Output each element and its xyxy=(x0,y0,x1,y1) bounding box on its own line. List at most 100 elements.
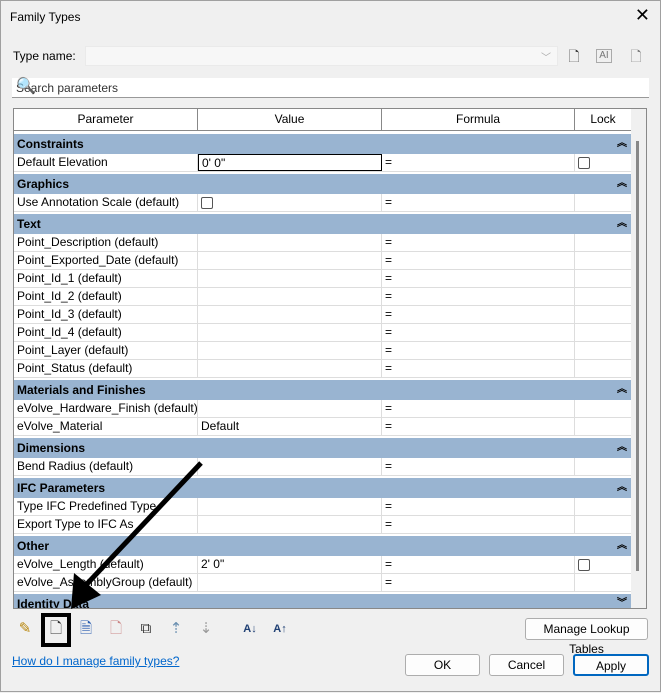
value-cell[interactable] xyxy=(198,516,382,533)
cancel-button[interactable]: Cancel xyxy=(489,654,564,676)
apply-button[interactable]: Apply xyxy=(573,654,649,676)
parameter-row[interactable]: Point_Id_3 (default) = xyxy=(14,306,632,324)
parameter-row[interactable]: Point_Status (default) = xyxy=(14,360,632,378)
formula-cell[interactable]: = xyxy=(382,194,575,211)
group-header[interactable]: Materials and Finishes ︽ xyxy=(14,380,632,400)
parameter-name: eVolve_Material xyxy=(14,418,198,435)
parameter-name: Point_Id_3 (default) xyxy=(14,306,198,323)
delete-parameter-icon[interactable]: 🗋 xyxy=(105,618,127,640)
close-icon[interactable]: ✕ xyxy=(635,5,650,26)
formula-cell[interactable]: = xyxy=(382,574,575,591)
value-cell[interactable] xyxy=(198,306,382,323)
parameter-row[interactable]: Point_Exported_Date (default) = xyxy=(14,252,632,270)
parameter-row[interactable]: Point_Id_1 (default) = xyxy=(14,270,632,288)
search-icon[interactable]: 🔍 xyxy=(16,76,649,96)
value-cell[interactable] xyxy=(198,288,382,305)
parameter-row[interactable]: eVolve_AssemblyGroup (default) = xyxy=(14,574,632,592)
parameter-row[interactable]: eVolve_Length (default) 2' 0" = xyxy=(14,556,632,574)
parameter-name: Bend Radius (default) xyxy=(14,458,198,475)
collapse-icon[interactable]: ︽ xyxy=(617,438,627,458)
formula-cell[interactable]: = xyxy=(382,418,575,435)
value-cell[interactable]: 0' 0" xyxy=(198,154,382,171)
value-cell[interactable] xyxy=(198,234,382,251)
collapse-icon[interactable]: ︽ xyxy=(617,134,627,154)
edit-pencil-icon[interactable]: ✎ xyxy=(14,618,36,640)
parameter-row[interactable]: Point_Id_4 (default) = xyxy=(14,324,632,342)
column-header-value[interactable]: Value xyxy=(198,109,382,130)
collapse-icon[interactable]: ︽ xyxy=(617,380,627,400)
manage-lookup-tables-button[interactable]: Manage Lookup Tables xyxy=(525,618,648,656)
value-cell[interactable] xyxy=(198,270,382,287)
value-cell[interactable] xyxy=(198,400,382,417)
formula-cell[interactable]: = xyxy=(382,342,575,359)
group-header[interactable]: Constraints ︽ xyxy=(14,134,632,154)
formula-cell[interactable]: = xyxy=(382,306,575,323)
vertical-scrollbar[interactable] xyxy=(631,109,646,608)
collapse-icon[interactable]: ︽ xyxy=(617,536,627,556)
new-type-icon[interactable]: 🗋 xyxy=(564,46,584,66)
sort-ascending-icon[interactable]: A↓ xyxy=(239,618,261,640)
value-cell[interactable] xyxy=(198,360,382,377)
value-cell[interactable] xyxy=(198,252,382,269)
group-header[interactable]: IFC Parameters ︽ xyxy=(14,478,632,498)
move-up-icon[interactable]: ⇡ xyxy=(165,618,187,640)
formula-cell[interactable]: = xyxy=(382,556,575,573)
move-down-icon[interactable]: ⇣ xyxy=(195,618,217,640)
delete-type-icon[interactable]: 🗋 xyxy=(626,46,646,66)
value-cell[interactable] xyxy=(198,324,382,341)
copy-parameter-icon[interactable]: ⧉ xyxy=(135,618,157,640)
column-header-lock[interactable]: Lock xyxy=(575,109,632,130)
sort-descending-icon[interactable]: A↑ xyxy=(269,618,291,640)
formula-cell[interactable]: = xyxy=(382,234,575,251)
formula-cell[interactable]: = xyxy=(382,360,575,377)
parameter-row[interactable]: Point_Id_2 (default) = xyxy=(14,288,632,306)
help-link[interactable]: How do I manage family types? xyxy=(12,654,179,668)
formula-cell[interactable]: = xyxy=(382,154,575,171)
collapse-icon[interactable]: ︽ xyxy=(617,478,627,498)
group-header[interactable]: Graphics ︽ xyxy=(14,174,632,194)
group-header[interactable]: Text ︽ xyxy=(14,214,632,234)
group-header[interactable]: Dimensions ︽ xyxy=(14,438,632,458)
parameter-row[interactable]: eVolve_Material Default = xyxy=(14,418,632,436)
collapse-icon[interactable]: ︽ xyxy=(617,214,627,234)
value-cell[interactable] xyxy=(198,458,382,475)
formula-cell[interactable]: = xyxy=(382,252,575,269)
parameter-row[interactable]: Use Annotation Scale (default) = xyxy=(14,194,632,212)
shared-parameters-icon[interactable]: 🗎 xyxy=(75,618,97,640)
column-header-formula[interactable]: Formula xyxy=(382,109,575,130)
value-cell[interactable] xyxy=(198,342,382,359)
value-checkbox[interactable] xyxy=(201,197,213,209)
value-cell[interactable] xyxy=(198,194,382,211)
parameter-row[interactable]: eVolve_Hardware_Finish (default) = xyxy=(14,400,632,418)
column-header-parameter[interactable]: Parameter xyxy=(14,109,198,130)
parameter-row[interactable]: Default Elevation 0' 0" = xyxy=(14,154,632,172)
group-header[interactable]: Other ︽ xyxy=(14,536,632,556)
value-cell[interactable]: 2' 0" xyxy=(198,556,382,573)
search-input[interactable]: Search parameters 🔍 xyxy=(12,78,649,98)
value-cell[interactable] xyxy=(198,498,382,515)
parameter-row[interactable]: Export Type to IFC As = xyxy=(14,516,632,534)
parameter-row[interactable]: Point_Layer (default) = xyxy=(14,342,632,360)
group-header[interactable]: Identity Data ︾ xyxy=(14,594,632,608)
value-cell[interactable] xyxy=(198,574,382,591)
formula-cell[interactable]: = xyxy=(382,288,575,305)
formula-cell[interactable]: = xyxy=(382,270,575,287)
expand-icon[interactable]: ︾ xyxy=(617,594,627,608)
formula-cell[interactable]: = xyxy=(382,498,575,515)
formula-cell[interactable]: = xyxy=(382,458,575,475)
parameter-row[interactable]: Bend Radius (default) = xyxy=(14,458,632,476)
lock-checkbox[interactable] xyxy=(578,559,590,571)
formula-cell[interactable]: = xyxy=(382,324,575,341)
formula-cell[interactable]: = xyxy=(382,516,575,533)
value-cell[interactable]: Default xyxy=(198,418,382,435)
formula-cell[interactable]: = xyxy=(382,400,575,417)
rename-type-icon[interactable]: AI xyxy=(596,49,612,63)
lock-checkbox[interactable] xyxy=(578,157,590,169)
lock-cell xyxy=(575,154,632,171)
parameter-row[interactable]: Type IFC Predefined Type = xyxy=(14,498,632,516)
ok-button[interactable]: OK xyxy=(405,654,480,676)
type-name-dropdown[interactable]: ﹀ xyxy=(85,46,558,66)
parameter-row[interactable]: Point_Description (default) = xyxy=(14,234,632,252)
scrollbar-thumb[interactable] xyxy=(636,141,639,571)
collapse-icon[interactable]: ︽ xyxy=(617,174,627,194)
